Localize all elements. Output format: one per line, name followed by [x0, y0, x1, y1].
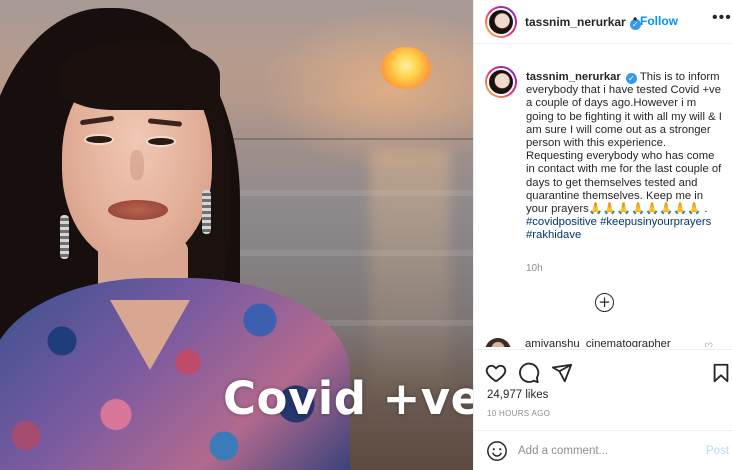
- comment-like-heart-icon[interactable]: ♡: [704, 342, 713, 347]
- post-timestamp[interactable]: 10 HOURS AGO: [487, 409, 550, 418]
- heart-icon[interactable]: [485, 362, 507, 384]
- caption-timestamp[interactable]: 10h: [526, 263, 543, 274]
- caption-text: This is to inform everybody that i have …: [526, 71, 722, 216]
- sun-reflection: [370, 150, 450, 410]
- photo-overlay-text: Covid +ve: [223, 372, 473, 425]
- comment-row: amivanshu_cinematographer ♡: [485, 338, 725, 347]
- post-image[interactable]: Covid +ve: [0, 0, 473, 470]
- load-more-comments-icon[interactable]: +: [595, 293, 614, 312]
- hashtag-link[interactable]: #covidpositive: [526, 216, 597, 228]
- likes-count[interactable]: 24,977 likes: [487, 389, 548, 401]
- author-username[interactable]: tassnim_nerurkar ✓: [525, 15, 641, 30]
- avatar-image: [487, 8, 515, 36]
- lips: [108, 200, 168, 220]
- eye: [84, 134, 114, 145]
- avatar-image: [487, 68, 515, 96]
- comment-icon[interactable]: [518, 362, 540, 384]
- separator-dot: •: [633, 12, 638, 26]
- post-comment-button[interactable]: Post: [706, 445, 729, 457]
- caption-author-avatar[interactable]: [485, 66, 517, 98]
- bookmark-icon[interactable]: [710, 362, 732, 384]
- hashtag-link[interactable]: #rakhidave: [526, 229, 581, 241]
- sun: [381, 47, 431, 89]
- hair-bangs: [60, 40, 220, 110]
- nose: [130, 150, 144, 180]
- post-caption: tassnim_nerurkar ✓ This is to inform every…: [526, 71, 722, 243]
- post-panel: tassnim_nerurkar ✓ • Follow ••• tassnim_n…: [473, 0, 732, 470]
- author-username-text[interactable]: tassnim_nerurkar: [525, 15, 626, 29]
- add-comment-bar: Post: [474, 430, 732, 470]
- commenter-username[interactable]: amivanshu_cinematographer: [525, 338, 671, 347]
- commenter-avatar[interactable]: [485, 338, 511, 347]
- share-icon[interactable]: [551, 362, 573, 384]
- earring: [60, 215, 69, 259]
- author-avatar[interactable]: [485, 6, 517, 38]
- sky-glow: [260, 10, 473, 170]
- more-options-icon[interactable]: •••: [712, 9, 732, 27]
- comment-input[interactable]: [518, 440, 688, 462]
- eye: [146, 136, 176, 147]
- comments-section[interactable]: tassnim_nerurkar ✓ This is to inform every…: [474, 45, 732, 347]
- follow-button[interactable]: Follow: [640, 14, 678, 28]
- post-header: tassnim_nerurkar ✓ • Follow •••: [474, 0, 732, 44]
- earring: [202, 190, 211, 234]
- emoji-icon[interactable]: [486, 440, 508, 462]
- caption-username[interactable]: tassnim_nerurkar: [526, 71, 621, 83]
- action-bar: [474, 349, 732, 389]
- verified-badge-icon: ✓: [625, 73, 637, 84]
- hashtag-link[interactable]: #keepusinyourprayers: [600, 216, 711, 228]
